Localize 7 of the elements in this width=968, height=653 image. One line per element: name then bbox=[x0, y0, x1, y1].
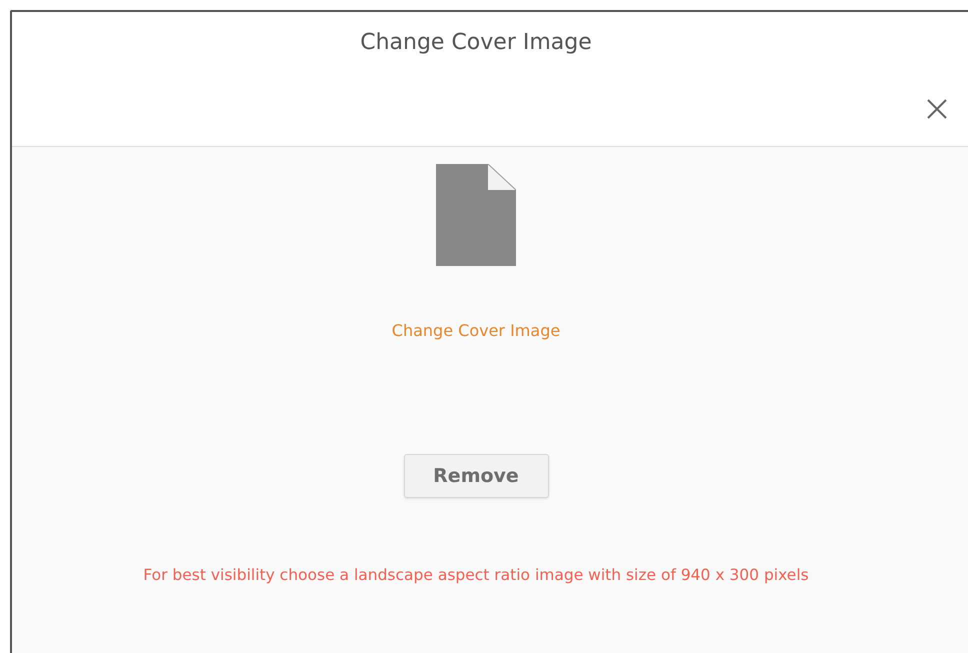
close-button[interactable] bbox=[926, 98, 948, 120]
file-icon bbox=[436, 164, 516, 266]
change-cover-link[interactable]: Change Cover Image bbox=[392, 321, 560, 340]
close-icon bbox=[926, 98, 948, 120]
size-hint: For best visibility choose a landscape aspect ratio image with size of 940 x 300 pixels bbox=[143, 566, 809, 584]
dialog-title: Change Cover Image bbox=[360, 30, 592, 57]
remove-button[interactable]: Remove bbox=[404, 454, 548, 498]
